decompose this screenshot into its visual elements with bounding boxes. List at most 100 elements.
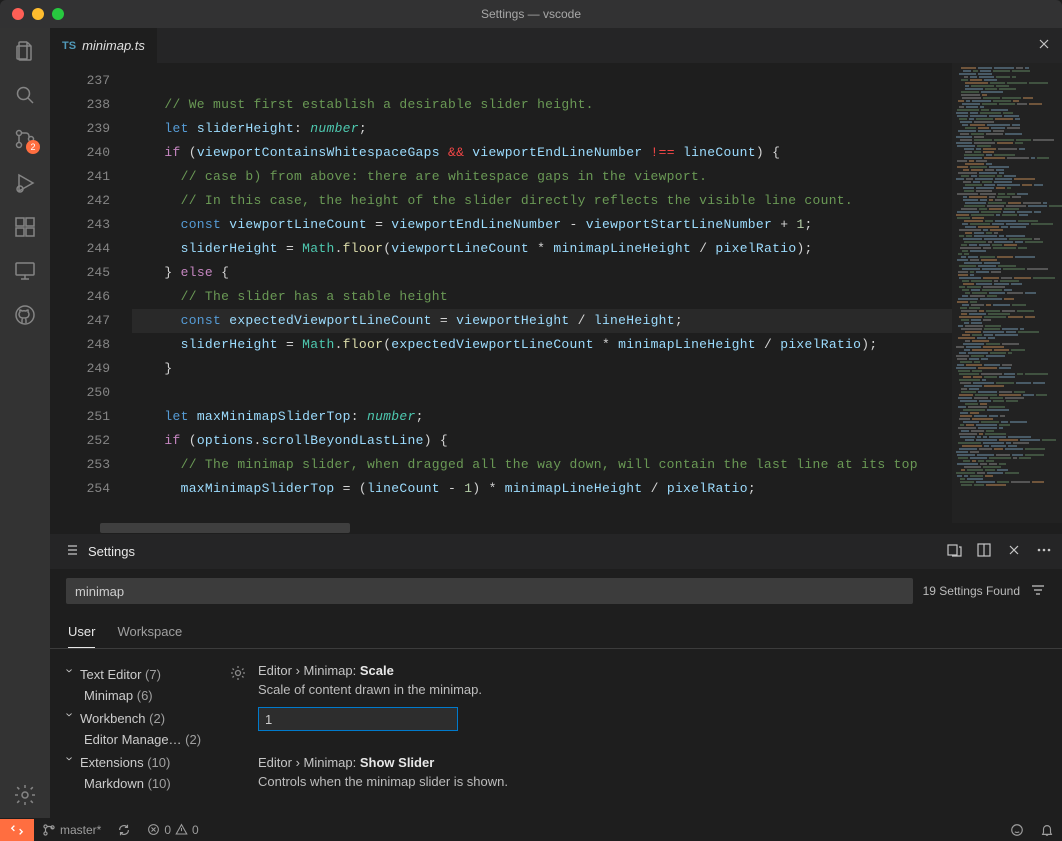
- code-line[interactable]: // case b) from above: there are whitesp…: [132, 165, 952, 189]
- settings-gear-icon[interactable]: [12, 782, 38, 808]
- tab-filename: minimap.ts: [82, 38, 145, 53]
- code-line[interactable]: } else {: [132, 261, 952, 285]
- search-icon[interactable]: [12, 82, 38, 108]
- filter-icon[interactable]: [1030, 582, 1046, 601]
- branch-name: master*: [60, 823, 101, 837]
- code-content[interactable]: // We must first establish a desirable s…: [132, 63, 952, 533]
- settings-found-count: 19 Settings Found: [923, 584, 1020, 598]
- line-number-gutter: 2372382392402412422432442452462472482492…: [50, 63, 132, 533]
- code-line[interactable]: // We must first establish a desirable s…: [132, 93, 952, 117]
- setting-gear-icon[interactable]: [230, 663, 248, 731]
- scope-tab-workspace[interactable]: Workspace: [117, 624, 182, 648]
- tree-category[interactable]: ›Text Editor (7): [64, 663, 220, 685]
- setting-gear-icon[interactable]: [230, 755, 248, 799]
- code-line[interactable]: }: [132, 357, 952, 381]
- code-line[interactable]: if (viewportContainsWhitespaceGaps && vi…: [132, 141, 952, 165]
- line-number: 247: [50, 309, 110, 333]
- line-number: 248: [50, 333, 110, 357]
- line-number: 238: [50, 93, 110, 117]
- line-number: 254: [50, 477, 110, 501]
- setting-title: Editor › Minimap: Show Slider: [258, 755, 1052, 770]
- line-number: 240: [50, 141, 110, 165]
- line-number: 242: [50, 189, 110, 213]
- minimap[interactable]: [952, 63, 1062, 533]
- close-settings-icon[interactable]: [1006, 542, 1022, 561]
- errors-count: 0: [164, 823, 171, 837]
- code-line[interactable]: const viewportLineCount = viewportEndLin…: [132, 213, 952, 237]
- feedback-icon[interactable]: [1002, 823, 1032, 837]
- line-number: 252: [50, 429, 110, 453]
- tree-item[interactable]: Editor Manage… (2): [64, 729, 220, 751]
- explorer-icon[interactable]: [12, 38, 38, 64]
- line-number: 239: [50, 117, 110, 141]
- close-icon[interactable]: [1036, 36, 1052, 55]
- open-settings-json-icon[interactable]: [946, 542, 962, 561]
- code-line[interactable]: // The minimap slider, when dragged all …: [132, 453, 952, 477]
- code-editor[interactable]: 2372382392402412422432442452462472482492…: [50, 63, 1062, 533]
- code-line[interactable]: // The slider has a stable height: [132, 285, 952, 309]
- code-line[interactable]: sliderHeight = Math.floor(expectedViewpo…: [132, 333, 952, 357]
- setting-value-input[interactable]: [258, 707, 458, 731]
- tab-minimap-ts[interactable]: TS minimap.ts: [50, 28, 158, 63]
- split-editor-icon[interactable]: [976, 542, 992, 561]
- code-line[interactable]: let sliderHeight: number;: [132, 117, 952, 141]
- line-number: 253: [50, 453, 110, 477]
- maximize-window-button[interactable]: [52, 8, 64, 20]
- code-line[interactable]: let maxMinimapSliderTop: number;: [132, 405, 952, 429]
- line-number: 237: [50, 69, 110, 93]
- line-number: 249: [50, 357, 110, 381]
- extensions-icon[interactable]: [12, 214, 38, 240]
- settings-scope-tabs: User Workspace: [50, 613, 1062, 649]
- run-debug-icon[interactable]: [12, 170, 38, 196]
- status-bar: master* 0 0: [0, 818, 1062, 840]
- window-title: Settings — vscode: [481, 7, 581, 21]
- code-line[interactable]: if (options.scrollBeyondLastLine) {: [132, 429, 952, 453]
- setting-item: Editor › Minimap: ScaleScale of content …: [230, 663, 1052, 731]
- code-line[interactable]: const expectedViewportLineCount = viewpo…: [132, 309, 952, 333]
- tree-category[interactable]: ›Workbench (2): [64, 707, 220, 729]
- activity-bar: 2: [0, 28, 50, 818]
- settings-list-icon: [64, 542, 80, 561]
- branch-indicator[interactable]: master*: [34, 823, 109, 837]
- typescript-file-icon: TS: [62, 40, 76, 52]
- line-number: 244: [50, 237, 110, 261]
- tree-item[interactable]: Minimap (6): [64, 685, 220, 707]
- settings-search-input[interactable]: [66, 578, 913, 604]
- setting-description: Controls when the minimap slider is show…: [258, 774, 1052, 789]
- minimize-window-button[interactable]: [32, 8, 44, 20]
- setting-item: Editor › Minimap: Show Slider Controls wh…: [230, 755, 1052, 799]
- line-number: 243: [50, 213, 110, 237]
- settings-tab-row: Settings: [50, 534, 1062, 569]
- line-number: 245: [50, 261, 110, 285]
- settings-panel: Settings 1: [50, 533, 1062, 818]
- setting-title: Editor › Minimap: Scale: [258, 663, 1052, 678]
- remote-explorer-icon[interactable]: [12, 258, 38, 284]
- line-number: 241: [50, 165, 110, 189]
- titlebar: Settings — vscode: [0, 0, 1062, 28]
- more-actions-icon[interactable]: [1036, 542, 1052, 561]
- remote-indicator[interactable]: [0, 819, 34, 841]
- code-line[interactable]: [132, 69, 952, 93]
- code-line[interactable]: maxMinimapSliderTop = (lineCount - 1) * …: [132, 477, 952, 501]
- tree-category[interactable]: ›Extensions (10): [64, 751, 220, 773]
- warnings-count: 0: [192, 823, 199, 837]
- line-number: 250: [50, 381, 110, 405]
- close-window-button[interactable]: [12, 8, 24, 20]
- tree-item[interactable]: Markdown (10): [64, 773, 220, 795]
- sync-indicator[interactable]: [109, 823, 139, 837]
- problems-indicator[interactable]: 0 0: [139, 823, 206, 837]
- settings-tab-title[interactable]: Settings: [88, 544, 135, 559]
- traffic-lights: [0, 8, 64, 20]
- scope-tab-user[interactable]: User: [68, 624, 95, 648]
- code-line[interactable]: [132, 381, 952, 405]
- horizontal-scrollbar[interactable]: [100, 523, 350, 533]
- source-control-icon[interactable]: 2: [12, 126, 38, 152]
- code-line[interactable]: // In this case, the height of the slide…: [132, 189, 952, 213]
- github-icon[interactable]: [12, 302, 38, 328]
- code-line[interactable]: sliderHeight = Math.floor(viewportLineCo…: [132, 237, 952, 261]
- notifications-icon[interactable]: [1032, 823, 1062, 837]
- line-number: 251: [50, 405, 110, 429]
- settings-tree: ›Text Editor (7)Minimap (6)›Workbench (2…: [50, 649, 220, 818]
- settings-content: Editor › Minimap: ScaleScale of content …: [220, 649, 1062, 818]
- line-number: 246: [50, 285, 110, 309]
